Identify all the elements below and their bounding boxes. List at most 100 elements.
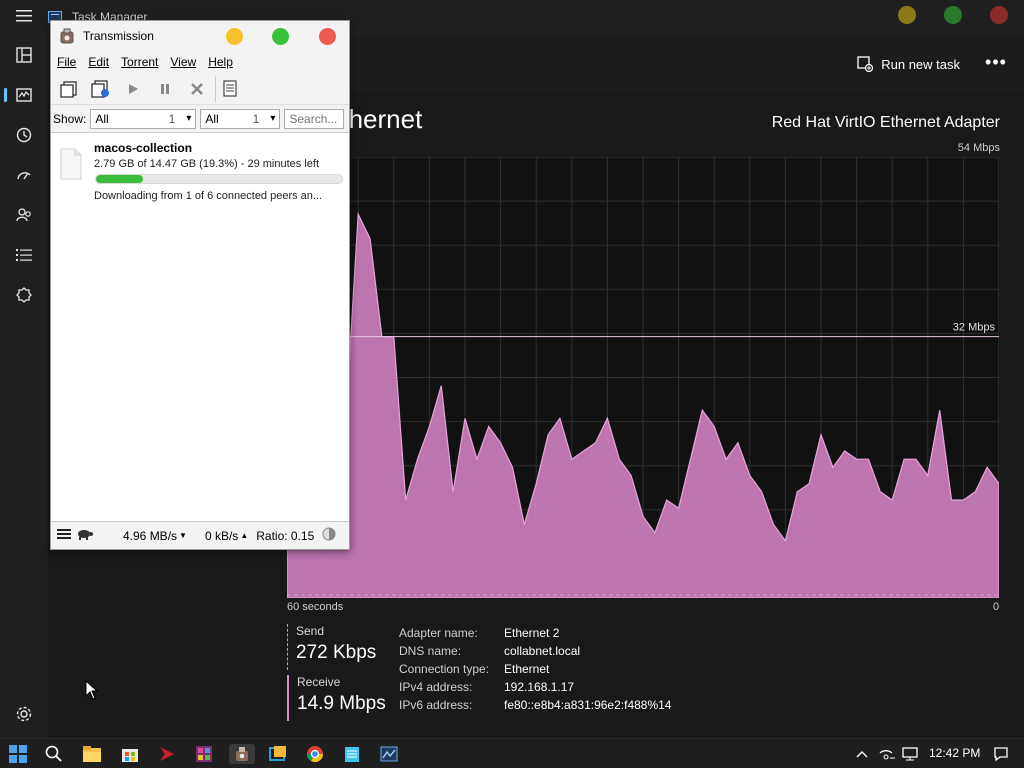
menu-torrent[interactable]: Torrent <box>115 55 164 69</box>
run-new-task-button[interactable]: Run new task <box>857 52 960 76</box>
filter-bar: Show: All 1 ▾ All 1 ▾ <box>51 105 349 133</box>
property-key: Connection type: <box>399 662 490 676</box>
open-url-icon[interactable] <box>87 76 115 102</box>
services-icon[interactable] <box>8 279 40 311</box>
app-red-arrow-icon[interactable] <box>157 744 177 764</box>
property-value: 192.168.1.17 <box>504 680 575 694</box>
task-manager-taskbar-icon[interactable] <box>379 744 399 764</box>
transmission-title: Transmission <box>83 29 154 43</box>
send-label: Send <box>296 624 325 638</box>
property-row: Adapter name: Ethernet 2 <box>399 624 671 642</box>
menu-file[interactable]: File <box>51 55 82 69</box>
hamburger-menu-icon[interactable] <box>8 0 40 32</box>
property-key: IPv4 address: <box>399 680 473 694</box>
status-menu-icon[interactable] <box>57 528 71 543</box>
menu-view[interactable]: View <box>164 55 202 69</box>
startup-apps-icon[interactable] <box>8 159 40 191</box>
adapter-properties: Adapter name: Ethernet 2 DNS name: collabn… <box>399 624 671 714</box>
start-icon[interactable] <box>119 76 147 102</box>
transmission-title-bar: Transmission <box>51 21 349 51</box>
taskbar: 12:42 PM <box>0 738 1024 768</box>
torrent-progress-fill <box>96 175 144 183</box>
notepad-icon[interactable] <box>342 744 362 764</box>
filter-activity-value: All <box>95 111 109 126</box>
menu-help[interactable]: Help <box>202 55 239 69</box>
minimize-button[interactable] <box>898 6 916 24</box>
transmission-menubar: File Edit Torrent View Help <box>51 51 349 73</box>
graph-y-max-label: 54 Mbps <box>957 142 1000 154</box>
filter-activity-select[interactable]: All 1 ▾ <box>90 108 197 129</box>
property-key: Adapter name: <box>399 626 478 640</box>
notifications-icon[interactable] <box>991 744 1011 764</box>
transmission-toolbar <box>51 73 349 105</box>
adapter-name: Red Hat VirtIO Ethernet Adapter <box>771 114 1000 131</box>
graph-reference-label: 32 Mbps <box>953 322 996 334</box>
filter-tracker-select[interactable]: All 1 ▾ <box>200 108 281 129</box>
open-torrent-icon[interactable] <box>55 76 83 102</box>
winrar-icon[interactable] <box>194 744 214 764</box>
ratio-toggle-icon[interactable] <box>322 527 336 544</box>
torrent-status: Downloading from 1 of 6 connected peers … <box>94 190 323 202</box>
network-icon[interactable] <box>877 744 897 764</box>
store-icon[interactable] <box>120 744 140 764</box>
display-icon[interactable] <box>900 744 920 764</box>
menu-edit-label: Edit <box>88 55 110 69</box>
transmission-minimize-button[interactable] <box>226 28 243 45</box>
turtle-icon[interactable] <box>77 528 93 543</box>
run-task-icon <box>857 56 874 72</box>
menu-view-label: View <box>170 55 197 69</box>
property-row: DNS name: collabnet.local <box>399 642 671 660</box>
filter-tracker-count: 1 <box>252 111 260 126</box>
transmission-close-button[interactable] <box>319 28 336 45</box>
app-blue-window-icon[interactable] <box>268 744 288 764</box>
search-input[interactable] <box>284 108 345 129</box>
pause-icon[interactable] <box>151 76 179 102</box>
file-explorer-icon[interactable] <box>82 744 102 764</box>
users-icon[interactable] <box>8 199 40 231</box>
close-button[interactable] <box>990 6 1008 24</box>
property-key: DNS name: <box>399 644 462 658</box>
throughput-graph: 32 Mbps <box>287 157 999 598</box>
property-key: IPv6 address: <box>399 698 473 712</box>
remove-icon[interactable] <box>183 76 211 102</box>
settings-icon[interactable] <box>14 704 34 724</box>
throughput-graph-svg: 32 Mbps <box>287 157 999 598</box>
chevron-down-icon: ▾ <box>270 113 276 124</box>
maximize-button[interactable] <box>944 6 962 24</box>
property-value: collabnet.local <box>504 644 581 658</box>
property-value: fe80::e8b4:a831:96e2:f488%14 <box>504 698 672 712</box>
graph-x-right-label: 0 <box>993 601 1000 613</box>
receive-stat: Receive 14.9 Mbps <box>287 675 386 721</box>
menu-help-label: Help <box>208 55 233 69</box>
upload-speed: 0 kB/s <box>204 528 239 543</box>
receive-value: 14.9 Mbps <box>297 693 386 714</box>
properties-icon[interactable] <box>215 75 243 102</box>
start-button-icon[interactable] <box>8 744 28 764</box>
torrent-progress-text: 2.79 GB of 14.47 GB (19.3%) - 29 minutes… <box>94 158 320 170</box>
torrent-name: macos-collection <box>94 141 193 155</box>
menu-edit[interactable]: Edit <box>82 55 115 69</box>
torrent-row[interactable]: macos-collection 2.79 GB of 14.47 GB (19… <box>57 140 343 204</box>
send-value: 272 Kbps <box>296 642 377 663</box>
transmission-window: Transmission File Edit Torrent View Help… <box>50 20 350 550</box>
transmission-taskbar-icon[interactable] <box>229 744 255 764</box>
show-label: Show: <box>53 111 87 126</box>
more-options-icon[interactable]: ••• <box>984 52 1008 76</box>
chevron-up-icon[interactable] <box>852 744 872 764</box>
app-history-icon[interactable] <box>8 119 40 151</box>
processes-icon[interactable] <box>8 39 40 71</box>
download-speed: 4.96 MB/s <box>123 528 178 543</box>
property-row: IPv4 address: 192.168.1.17 <box>399 678 671 696</box>
transmission-maximize-button[interactable] <box>272 28 289 45</box>
filter-activity-count: 1 <box>168 111 176 126</box>
search-icon[interactable] <box>44 744 64 764</box>
details-icon[interactable] <box>8 239 40 271</box>
taskbar-clock[interactable]: 12:42 PM <box>929 746 980 760</box>
filter-tracker-value: All <box>205 111 219 126</box>
file-icon <box>60 148 82 180</box>
graph-x-left-label: 60 seconds <box>287 601 344 613</box>
mouse-cursor-icon <box>85 680 99 700</box>
chrome-icon[interactable] <box>305 744 325 764</box>
transmission-statusbar: 4.96 MB/s ▼ 0 kB/s ▲ Ratio: 0.15 <box>51 521 349 549</box>
performance-icon[interactable] <box>4 79 40 111</box>
